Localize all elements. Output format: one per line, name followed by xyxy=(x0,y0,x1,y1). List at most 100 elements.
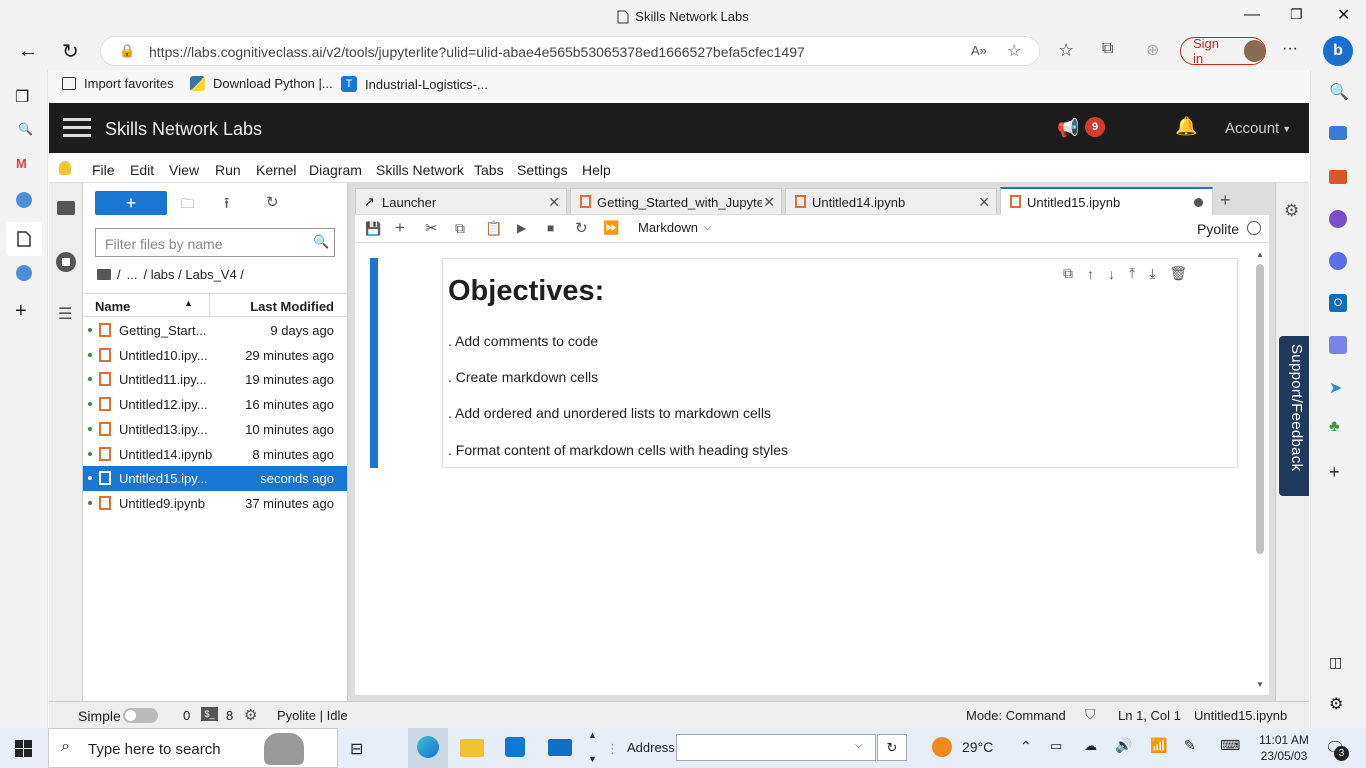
new-tab-icon[interactable]: + xyxy=(15,300,27,323)
address-bar[interactable]: 🔒 https://labs.cognitiveclass.ai/v2/tool… xyxy=(100,36,1040,66)
clock-time[interactable]: 11:01 AM xyxy=(1258,733,1310,747)
markdown-cell[interactable]: ⧉ ↑ ↓ ⤒ ⤓ 🗑 Objectives: . Add comments t… xyxy=(442,258,1238,468)
task-view-icon[interactable]: ⊟ xyxy=(350,739,363,759)
kernel-count[interactable]: 8 xyxy=(226,708,233,723)
toc-icon[interactable]: ☰ xyxy=(58,304,72,324)
address-go-icon[interactable]: ↻ xyxy=(877,734,907,761)
scroll-down-icon[interactable]: ▼ xyxy=(588,754,597,764)
notebook-scrollbar[interactable]: ▲ ▼ xyxy=(1255,250,1265,690)
new-tab-icon[interactable]: + xyxy=(1220,190,1231,211)
file-row[interactable]: Untitled15.ipy... seconds ago xyxy=(83,466,347,492)
mail-icon[interactable] xyxy=(548,739,572,756)
tab-launcher[interactable]: ↗ Launcher ✕ xyxy=(355,188,567,214)
more-icon[interactable]: ··· xyxy=(1282,40,1298,58)
cell-type-select[interactable]: Markdown ⌵ xyxy=(638,220,712,235)
move-down-icon[interactable]: ↓ xyxy=(1108,266,1115,282)
cell-selection-bar[interactable] xyxy=(370,258,378,468)
refresh-files-icon[interactable]: ↻ xyxy=(266,193,279,211)
kernel-status[interactable]: Pyolite | Idle xyxy=(277,708,348,723)
property-inspector-icon[interactable]: ⚙ xyxy=(1284,201,1299,221)
collections-icon[interactable]: ⧉ xyxy=(1102,40,1113,58)
folder-icon[interactable] xyxy=(57,201,75,215)
close-tab-icon[interactable]: ✕ xyxy=(548,194,560,211)
fast-forward-icon[interactable]: ⏩ xyxy=(603,220,619,236)
support-feedback-button[interactable]: Support/Feedback xyxy=(1279,336,1309,496)
file-row[interactable]: Untitled9.ipynb 37 minutes ago xyxy=(83,491,347,516)
menu-edit[interactable]: Edit xyxy=(130,162,154,178)
file-row[interactable]: Untitled12.ipy... 16 minutes ago xyxy=(83,392,347,417)
stop-icon[interactable]: ■ xyxy=(547,221,554,235)
read-aloud-icon[interactable]: A» xyxy=(971,43,987,58)
menu-kernel[interactable]: Kernel xyxy=(256,162,296,178)
close-tab-icon[interactable]: ✕ xyxy=(978,194,990,211)
address-toolbar-input[interactable]: ⌵ xyxy=(676,734,876,761)
chevron-down-icon[interactable]: ⌵ xyxy=(855,740,863,751)
scroll-up-icon[interactable]: ▲ xyxy=(588,730,597,740)
cognitiveclass-tab-icon-2[interactable] xyxy=(16,265,32,281)
pen-icon[interactable]: ✎ xyxy=(1184,737,1196,754)
taskbar-search[interactable]: ⌕ Type here to search xyxy=(48,728,338,768)
insert-cell-icon[interactable]: + xyxy=(395,218,405,238)
new-launcher-button[interactable]: + xyxy=(95,191,167,215)
weather-icon[interactable] xyxy=(932,737,952,757)
cut-icon[interactable]: ✂ xyxy=(425,219,438,237)
close-window-icon[interactable]: ✕ xyxy=(1337,5,1350,25)
add-favorite-icon[interactable]: ☆ xyxy=(1007,41,1021,61)
delete-cell-icon[interactable]: 🗑 xyxy=(1169,265,1187,282)
add-sidebar-icon[interactable]: + xyxy=(1329,462,1340,483)
menu-view[interactable]: View xyxy=(169,162,199,178)
file-row[interactable]: Untitled14.ipynb 8 minutes ago xyxy=(83,442,347,467)
network-icon[interactable]: ☁ xyxy=(1084,738,1097,754)
restart-icon[interactable]: ↻ xyxy=(575,219,588,237)
menu-skills-network[interactable]: Skills Network xyxy=(376,162,464,178)
battery-icon[interactable]: ▭ xyxy=(1050,738,1062,754)
megaphone-icon[interactable]: 📢 xyxy=(1057,118,1079,139)
run-icon[interactable]: ▶ xyxy=(517,221,526,235)
cursor-position[interactable]: Ln 1, Col 1 xyxy=(1118,708,1181,723)
unsaved-dot-icon[interactable] xyxy=(1194,198,1203,207)
cognitiveclass-tab-icon[interactable] xyxy=(16,192,32,208)
tree-icon[interactable]: ♣ xyxy=(1329,418,1340,436)
filter-input[interactable]: Filter files by name 🔍 xyxy=(95,228,335,257)
windows-start-icon[interactable] xyxy=(15,740,32,757)
menu-diagram[interactable]: Diagram xyxy=(309,162,362,178)
send-icon[interactable]: ➤ xyxy=(1329,378,1342,398)
tools-icon[interactable] xyxy=(1329,170,1347,184)
file-row[interactable]: Getting_Start... 9 days ago xyxy=(83,318,347,343)
close-tab-icon[interactable]: ✕ xyxy=(763,194,775,211)
paste-icon[interactable]: 📋 xyxy=(485,220,502,237)
store-icon[interactable] xyxy=(505,737,525,757)
file-explorer-icon[interactable] xyxy=(460,739,484,757)
favorite-item-import[interactable]: Import favorites xyxy=(62,76,174,91)
extensions-icon[interactable]: ⊕ xyxy=(1146,40,1159,60)
edge-taskbar-button[interactable] xyxy=(408,728,448,768)
hamburger-icon[interactable] xyxy=(63,118,91,138)
menu-tabs[interactable]: Tabs xyxy=(474,162,504,178)
tab-getting-started[interactable]: Getting_Started_with_Jupyter ✕ xyxy=(570,188,782,214)
sign-in-button[interactable]: Sign in xyxy=(1180,36,1266,66)
gmail-tab-icon[interactable]: M xyxy=(16,156,27,171)
favorites-icon[interactable]: ☆ xyxy=(1058,40,1074,61)
file-row[interactable]: Untitled10.ipy... 29 minutes ago xyxy=(83,343,347,368)
active-tab-item[interactable] xyxy=(6,222,42,256)
tab-untitled15[interactable]: Untitled15.ipynb xyxy=(1000,187,1213,215)
insert-below-icon[interactable]: ⤓ xyxy=(1149,265,1155,282)
upload-icon[interactable]: ⭱ xyxy=(224,193,229,218)
save-icon[interactable]: 💾 xyxy=(365,221,381,237)
volume-icon[interactable]: 🔊 xyxy=(1115,737,1132,754)
simple-mode-toggle[interactable] xyxy=(123,708,158,723)
shopping-icon[interactable] xyxy=(1329,126,1347,140)
games-icon[interactable] xyxy=(1329,210,1347,228)
bing-icon[interactable]: b xyxy=(1323,36,1353,66)
designer-icon[interactable] xyxy=(1329,336,1347,354)
menu-settings[interactable]: Settings xyxy=(517,162,568,178)
refresh-icon[interactable]: ↻ xyxy=(62,39,79,64)
duplicate-cell-icon[interactable]: ⧉ xyxy=(1063,265,1073,282)
outlook-icon[interactable]: O xyxy=(1329,294,1347,312)
tab-actions-icon[interactable]: ❐ xyxy=(15,87,29,107)
file-row[interactable]: Untitled13.ipy... 10 minutes ago xyxy=(83,417,347,442)
menu-file[interactable]: File xyxy=(92,162,115,178)
terminal-count[interactable]: 0 xyxy=(183,708,190,723)
restore-icon[interactable]: ❐ xyxy=(1290,6,1303,23)
menu-run[interactable]: Run xyxy=(215,162,241,178)
